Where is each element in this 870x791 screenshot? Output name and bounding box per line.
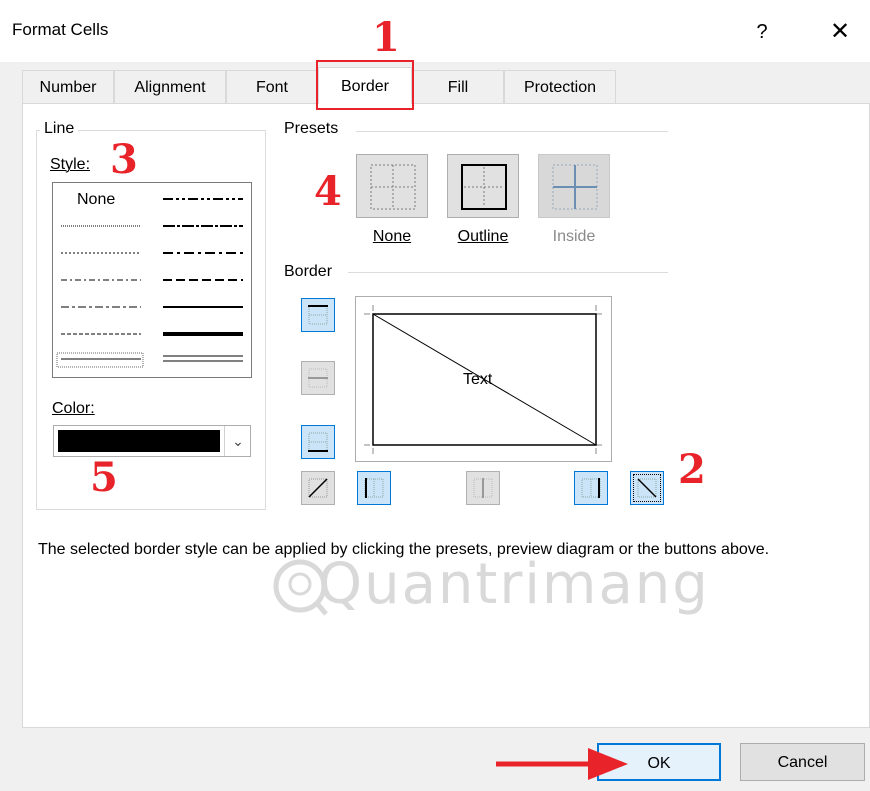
preset-outline-icon bbox=[461, 164, 507, 210]
annotation-4: 4 bbox=[314, 168, 342, 215]
border-divider bbox=[348, 272, 668, 273]
title-bar: Format Cells ? ✕ bbox=[0, 0, 870, 62]
border-inside-horizontal-button[interactable] bbox=[301, 361, 335, 395]
watermark: Quantrimang bbox=[272, 552, 710, 618]
line-group-label: Line bbox=[40, 120, 79, 138]
tab-alignment[interactable]: Alignment bbox=[114, 70, 226, 104]
presets-group-label: Presets bbox=[280, 120, 343, 138]
annotation-5: 5 bbox=[90, 454, 118, 501]
color-label: Color: bbox=[52, 400, 95, 417]
line-style-list[interactable]: None bbox=[52, 182, 252, 378]
chevron-down-icon[interactable]: ⌄ bbox=[224, 426, 251, 456]
help-button[interactable]: ? bbox=[742, 14, 782, 50]
diagonal-up-icon bbox=[308, 478, 328, 498]
border-inside-vertical-icon bbox=[473, 478, 493, 498]
preset-outline-label: Outline bbox=[457, 228, 509, 245]
border-inside-vertical-button[interactable] bbox=[466, 471, 500, 505]
preset-inside-icon bbox=[552, 164, 598, 210]
line-style-samples[interactable] bbox=[53, 183, 253, 379]
presets-divider bbox=[356, 131, 668, 132]
color-dropdown[interactable]: ⌄ bbox=[53, 425, 251, 457]
preset-inside-label: Inside bbox=[552, 228, 596, 245]
border-right-icon bbox=[581, 478, 601, 498]
border-inside-horizontal-icon bbox=[308, 368, 328, 388]
dialog-title: Format Cells bbox=[12, 20, 109, 39]
tab-number[interactable]: Number bbox=[22, 70, 114, 104]
annotation-arrow-icon bbox=[496, 748, 628, 780]
close-button[interactable]: ✕ bbox=[818, 14, 862, 50]
annotation-1: 1 bbox=[372, 14, 400, 61]
tab-border[interactable]: Border bbox=[318, 67, 412, 104]
border-bottom-icon bbox=[308, 432, 328, 452]
preset-outline-button[interactable] bbox=[447, 154, 519, 218]
border-preview[interactable]: Text bbox=[355, 296, 612, 462]
tab-font[interactable]: Font bbox=[226, 70, 318, 104]
preset-inside-button[interactable] bbox=[538, 154, 610, 218]
border-diagonal-up-button[interactable] bbox=[301, 471, 335, 505]
tab-protection[interactable]: Protection bbox=[504, 70, 616, 104]
border-right-button[interactable] bbox=[574, 471, 608, 505]
border-group-label: Border bbox=[280, 263, 337, 281]
border-bottom-button[interactable] bbox=[301, 425, 335, 459]
color-swatch bbox=[58, 430, 220, 452]
annotation-3: 3 bbox=[110, 136, 138, 183]
style-label: Style: bbox=[50, 156, 91, 173]
preset-none-icon bbox=[370, 164, 416, 210]
border-top-icon bbox=[308, 305, 328, 325]
border-diagonal-down-button[interactable] bbox=[630, 471, 664, 505]
watermark-text: Quantrimang bbox=[318, 552, 710, 617]
border-left-icon bbox=[364, 478, 384, 498]
border-left-button[interactable] bbox=[357, 471, 391, 505]
cancel-button[interactable]: Cancel bbox=[740, 743, 865, 781]
annotation-2: 2 bbox=[678, 446, 706, 493]
preset-none-button[interactable] bbox=[356, 154, 428, 218]
preset-none-label: None bbox=[372, 228, 412, 245]
border-top-button[interactable] bbox=[301, 298, 335, 332]
format-cells-dialog: Format Cells ? ✕ Number Alignment Font B… bbox=[0, 0, 870, 791]
tab-fill[interactable]: Fill bbox=[412, 70, 504, 104]
preview-text: Text bbox=[463, 371, 493, 388]
diagonal-down-icon bbox=[637, 478, 657, 498]
